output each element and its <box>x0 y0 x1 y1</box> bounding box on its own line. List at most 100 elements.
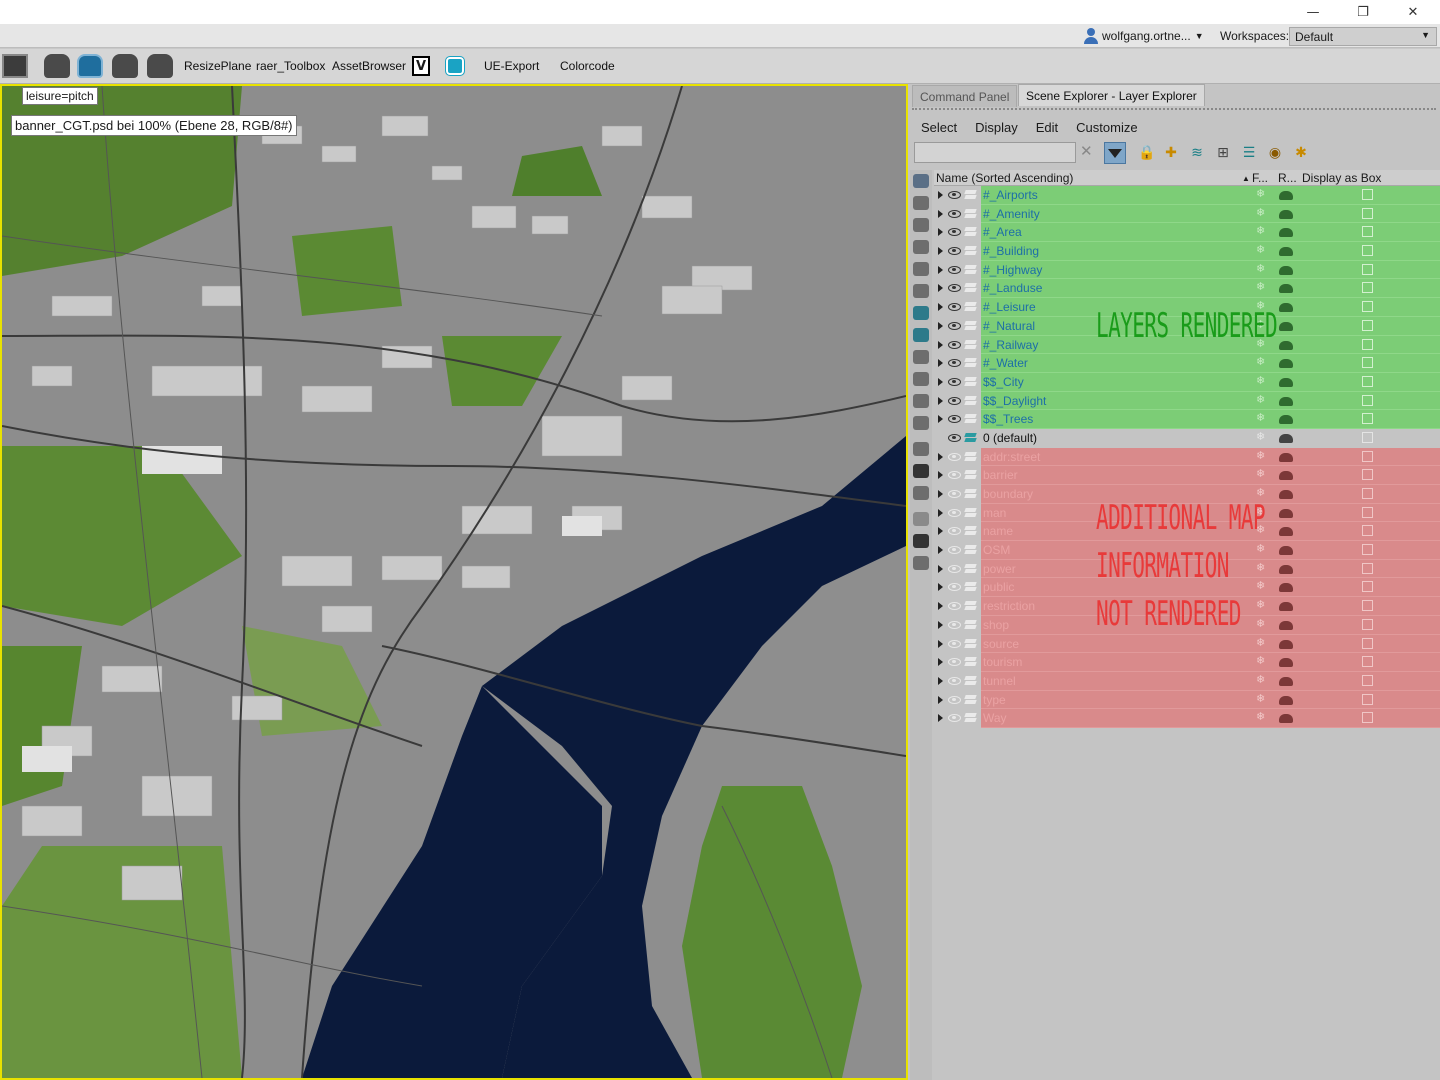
render-teapot-icon[interactable] <box>1279 359 1293 369</box>
layer-name[interactable]: tunnel <box>983 674 1016 688</box>
layer-name[interactable]: $$_Daylight <box>983 394 1046 408</box>
expand-triangle-icon[interactable] <box>938 490 943 498</box>
layer-row[interactable]: #_Water ❄ <box>934 354 1440 373</box>
visibility-eye-icon[interactable] <box>948 191 961 199</box>
render-teapot-icon[interactable] <box>1279 714 1293 724</box>
display-as-box-icon[interactable] <box>1362 693 1373 705</box>
freeze-snowflake-icon[interactable]: ❄ <box>1256 355 1265 368</box>
render-teapot-icon[interactable] <box>1279 490 1293 499</box>
lock-icon[interactable]: 🔒 <box>1136 142 1158 164</box>
groups-icon[interactable] <box>913 306 929 320</box>
layer-name[interactable]: #_Airports <box>983 188 1038 202</box>
colorcode-button[interactable]: Colorcode <box>560 59 615 73</box>
user-menu[interactable]: wolfgang.ortne... ▼ <box>1084 26 1204 46</box>
expand-triangle-icon[interactable] <box>938 583 943 592</box>
render-teapot-icon[interactable] <box>1279 546 1293 556</box>
v-ray-icon[interactable]: V <box>412 56 430 76</box>
expand-triangle-icon[interactable] <box>938 247 943 256</box>
layer-row[interactable]: source ❄ <box>934 634 1440 654</box>
render-teapot-icon[interactable] <box>1279 527 1293 537</box>
render-iterative-icon[interactable] <box>147 54 173 78</box>
hidden-icon[interactable] <box>913 416 929 430</box>
clear-filter-icon[interactable]: ✕ <box>1080 142 1093 160</box>
freeze-snowflake-icon[interactable]: ❄ <box>1256 206 1265 219</box>
visibility-eye-icon[interactable] <box>948 303 961 312</box>
layer-name[interactable]: tourism <box>983 655 1022 669</box>
visibility-eye-icon[interactable] <box>948 377 961 386</box>
freeze-snowflake-icon[interactable]: ❄ <box>1256 579 1265 592</box>
expand-triangle-icon[interactable] <box>938 658 943 667</box>
layer-name[interactable]: #_Building <box>983 244 1039 258</box>
layer-name[interactable]: #_Natural <box>983 319 1035 333</box>
layer-name[interactable]: Way <box>983 711 1007 725</box>
visibility-eye-icon[interactable] <box>948 620 961 629</box>
hierarchy-icon[interactable]: ⊞ <box>1212 142 1234 164</box>
visibility-eye-icon[interactable] <box>948 359 961 368</box>
freeze-snowflake-icon[interactable]: ❄ <box>1256 542 1265 555</box>
maximize-button[interactable]: ❐ <box>1340 0 1386 24</box>
expand-triangle-icon[interactable] <box>938 191 943 199</box>
expand-triangle-icon[interactable] <box>938 639 943 648</box>
render-teapot-icon[interactable] <box>1279 433 1293 443</box>
freeze-snowflake-icon[interactable]: ❄ <box>1256 262 1265 275</box>
display-as-box-icon[interactable] <box>1362 712 1373 724</box>
expand-triangle-icon[interactable] <box>938 564 943 573</box>
visibility-eye-icon[interactable] <box>948 676 961 685</box>
expand-triangle-icon[interactable] <box>938 303 943 312</box>
visibility-eye-icon[interactable] <box>948 490 961 498</box>
column-render[interactable]: R... <box>1278 171 1297 185</box>
workspace-select[interactable]: Default ▼ <box>1289 27 1437 46</box>
freeze-snowflake-icon[interactable]: ❄ <box>1256 187 1265 200</box>
layer-name[interactable]: #_Railway <box>983 338 1038 352</box>
display-as-box-icon[interactable] <box>1362 469 1373 481</box>
display-as-box-icon[interactable] <box>1362 488 1373 499</box>
visibility-eye-icon[interactable] <box>948 452 961 461</box>
display-as-box-icon[interactable] <box>1362 544 1373 556</box>
expand-triangle-icon[interactable] <box>938 321 943 330</box>
layer-row[interactable]: $$_Trees ❄ <box>934 410 1440 429</box>
visibility-eye-icon[interactable] <box>948 247 961 256</box>
column-freeze[interactable]: F... <box>1252 171 1268 185</box>
render-teapot-icon[interactable] <box>1279 695 1293 705</box>
render-teapot-icon[interactable] <box>1279 377 1293 387</box>
expand-triangle-icon[interactable] <box>938 377 943 386</box>
expand-triangle-icon[interactable] <box>938 695 943 704</box>
render-teapot-icon[interactable] <box>1279 564 1293 574</box>
expand-triangle-icon[interactable] <box>938 284 943 293</box>
layer-name[interactable]: 0 (default) <box>983 431 1037 445</box>
display-as-box-icon[interactable] <box>1362 375 1373 387</box>
expand-triangle-icon[interactable] <box>938 620 943 629</box>
visibility-eye-icon[interactable] <box>948 546 961 555</box>
display-as-box-icon[interactable] <box>1362 263 1373 275</box>
layer-row[interactable]: Way ❄ <box>934 709 1440 728</box>
render-teapot-icon[interactable] <box>1279 602 1293 612</box>
layer-name[interactable]: #_Area <box>983 225 1022 239</box>
visibility-eye-icon[interactable] <box>948 714 961 723</box>
layer-row[interactable]: 0 (default) ❄ <box>934 428 1440 448</box>
bones-icon[interactable] <box>913 350 929 364</box>
scene-grid-icon[interactable] <box>2 54 28 78</box>
menu-edit[interactable]: Edit <box>1027 118 1067 138</box>
menu-select[interactable]: Select <box>912 118 966 138</box>
expand-triangle-icon[interactable] <box>938 228 943 237</box>
layer-row[interactable]: tunnel ❄ <box>934 671 1440 691</box>
visibility-eye-icon[interactable] <box>948 228 961 237</box>
layer-name[interactable]: #_Highway <box>983 263 1042 277</box>
xrefs-icon[interactable] <box>913 328 929 342</box>
freeze-snowflake-icon[interactable]: ❄ <box>1256 673 1265 686</box>
layer-row[interactable]: barrier ❄ <box>934 466 1440 485</box>
cube-icon[interactable] <box>445 56 465 76</box>
render-teapot-icon[interactable] <box>1279 340 1293 350</box>
freeze-snowflake-icon[interactable]: ❄ <box>1256 393 1265 406</box>
close-button[interactable]: ✕ <box>1390 0 1436 24</box>
layer-name[interactable]: man <box>983 506 1006 520</box>
freeze-snowflake-icon[interactable]: ❄ <box>1256 224 1265 237</box>
freeze-snowflake-icon[interactable]: ❄ <box>1256 374 1265 387</box>
3d-viewport[interactable]: leisure=pitch banner_CGT.psd bei 100% (E… <box>0 84 908 1080</box>
render-teapot-icon[interactable] <box>1279 583 1293 593</box>
layer-name[interactable]: boundary <box>983 487 1033 501</box>
layer-name[interactable]: public <box>983 580 1014 594</box>
geometry-icon[interactable] <box>913 196 929 210</box>
display-as-box-icon[interactable] <box>1362 450 1373 462</box>
display-as-box-icon[interactable] <box>1362 319 1373 331</box>
